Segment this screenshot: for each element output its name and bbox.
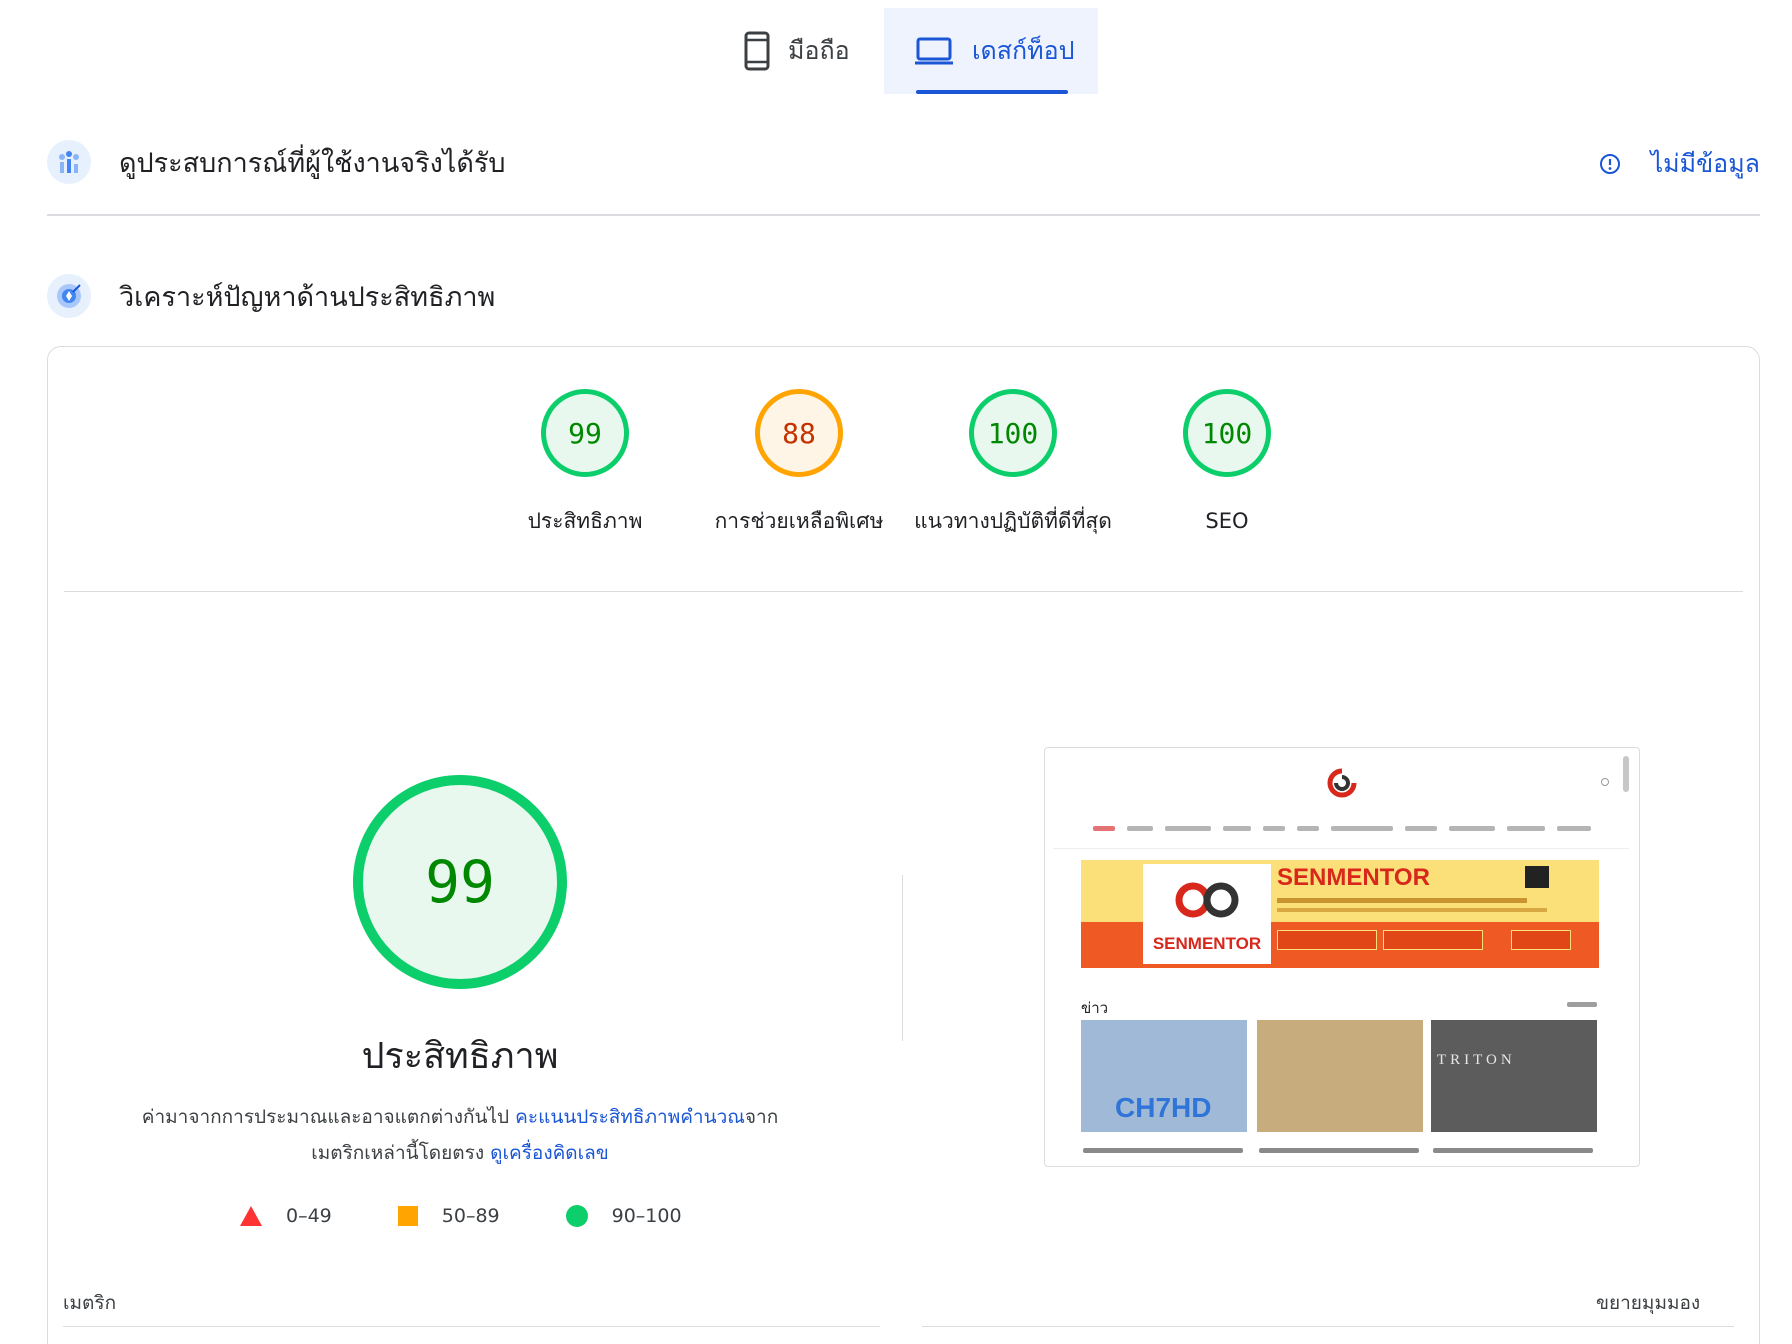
vertical-divider bbox=[902, 875, 903, 1041]
no-data-link[interactable]: ไม่มีข้อมูล bbox=[1599, 144, 1760, 184]
lighthouse-report-card: 99 ประสิทธิภาพ 88 การช่วยเหลือพิเศษ 100 … bbox=[47, 346, 1760, 1344]
smartphone-icon bbox=[744, 31, 770, 71]
score-label: ประสิทธิภาพ bbox=[527, 509, 643, 533]
score-gauge-seo[interactable]: 100 SEO bbox=[1117, 389, 1337, 539]
note-text: ค่ามาจากการประมาณและอาจแตกต่างกันไป bbox=[141, 1106, 516, 1128]
expand-view-toggle[interactable]: ขยายมุมมอง bbox=[1596, 1288, 1700, 1318]
news-thumbnail: CH7HD bbox=[1081, 1020, 1247, 1132]
banner-title: SENMENTOR bbox=[1277, 864, 1430, 891]
score-legend: 0–49 50–89 90–100 bbox=[240, 1205, 682, 1227]
legend-average: 50–89 bbox=[397, 1205, 500, 1227]
lab-data-title: วิเคราะห์ปัญหาด้านประสิทธิภาพ bbox=[119, 281, 496, 313]
section-divider bbox=[47, 214, 1760, 216]
score-label: การช่วยเหลือพิเศษ bbox=[714, 509, 884, 533]
performance-note: ค่ามาจากการประมาณและอาจแตกต่างกันไป คะแน… bbox=[118, 1099, 802, 1171]
legend-fail-label: 0–49 bbox=[286, 1205, 332, 1227]
compass-icon bbox=[47, 274, 91, 318]
card-divider bbox=[64, 591, 1743, 592]
banner-logo-card: SENMENTOR bbox=[1143, 864, 1271, 964]
site-nav bbox=[1093, 826, 1593, 831]
field-data-title: ดูประสบการณ์ที่ผู้ใช้งานจริงได้รับ bbox=[119, 147, 506, 179]
performance-score-gauge: 99 bbox=[353, 775, 567, 989]
news-thumbnail bbox=[1257, 1020, 1423, 1132]
score-value: 99 bbox=[541, 389, 629, 477]
final-screenshot[interactable]: SENMENTOR SENMENTOR ข่าว CH7HD TRITON bbox=[1044, 747, 1640, 1167]
note-text-3: เมตริกเหล่านี้โดยตรง bbox=[311, 1142, 491, 1164]
scrollbar bbox=[1623, 756, 1629, 792]
metrics-divider bbox=[63, 1326, 880, 1327]
score-label: SEO bbox=[1205, 509, 1249, 533]
device-tabs: มือถือ เดสก์ท็อป bbox=[0, 8, 1792, 94]
legend-average-label: 50–89 bbox=[441, 1205, 500, 1227]
tab-desktop[interactable]: เดสก์ท็อป bbox=[884, 8, 1098, 94]
circle-icon bbox=[565, 1205, 588, 1227]
score-value: 100 bbox=[1183, 389, 1271, 477]
tab-desktop-label: เดสก์ท็อป bbox=[972, 36, 1075, 65]
site-logo-icon bbox=[1327, 768, 1357, 798]
no-data-label: ไม่มีข้อมูล bbox=[1650, 149, 1760, 178]
brand-logo-icon bbox=[1175, 882, 1239, 918]
square-icon bbox=[397, 1206, 418, 1226]
score-calc-link[interactable]: คะแนนประสิทธิภาพคำนวณ bbox=[515, 1106, 745, 1128]
score-gauge-accessibility[interactable]: 88 การช่วยเหลือพิเศษ bbox=[689, 389, 909, 539]
search-icon bbox=[1601, 778, 1609, 786]
legend-fail: 0–49 bbox=[240, 1205, 332, 1227]
tab-mobile[interactable]: มือถือ bbox=[738, 8, 888, 94]
score-value: 100 bbox=[969, 389, 1057, 477]
thumbnail-caption: TRITON bbox=[1437, 1052, 1516, 1068]
lab-data-header: วิเคราะห์ปัญหาด้านประสิทธิภาพ bbox=[47, 274, 495, 318]
note-text-2: จาก bbox=[744, 1106, 779, 1128]
performance-title: ประสิทธิภาพ bbox=[361, 1036, 559, 1077]
legend-pass-label: 90–100 bbox=[611, 1205, 682, 1227]
metrics-heading: เมตริก bbox=[63, 1292, 117, 1314]
calculator-link[interactable]: ดูเครื่องคิดเลข bbox=[490, 1142, 609, 1164]
news-tag bbox=[1567, 1002, 1597, 1007]
score-label: แนวทางปฏิบัติที่ดีที่สุด bbox=[914, 509, 1112, 533]
info-icon bbox=[1599, 154, 1620, 174]
laptop-icon bbox=[915, 37, 953, 65]
qr-icon bbox=[1525, 866, 1549, 888]
score-gauge-performance[interactable]: 99 ประสิทธิภาพ bbox=[475, 389, 695, 539]
field-data-header: ดูประสบการณ์ที่ผู้ใช้งานจริงได้รับ bbox=[47, 140, 506, 184]
nav-divider bbox=[1053, 848, 1629, 849]
news-heading: ข่าว bbox=[1081, 999, 1109, 1017]
triangle-icon bbox=[240, 1206, 262, 1226]
news-thumbnail: TRITON bbox=[1431, 1020, 1597, 1132]
score-gauge-best-practices[interactable]: 100 แนวทางปฏิบัติที่ดีที่สุด bbox=[903, 389, 1123, 539]
metrics-divider bbox=[922, 1326, 1734, 1327]
thumbnail-caption: CH7HD bbox=[1115, 1092, 1212, 1123]
score-value: 88 bbox=[755, 389, 843, 477]
legend-pass: 90–100 bbox=[565, 1205, 682, 1227]
tab-mobile-label: มือถือ bbox=[788, 36, 850, 65]
site-banner: SENMENTOR SENMENTOR bbox=[1081, 860, 1599, 968]
banner-logo-text: SENMENTOR bbox=[1152, 934, 1262, 953]
users-chart-icon bbox=[47, 140, 91, 184]
